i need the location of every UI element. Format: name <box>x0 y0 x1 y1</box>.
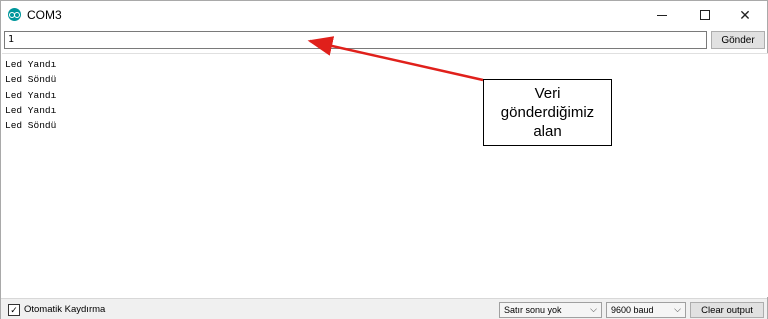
output-line: Led Yandı <box>5 90 57 101</box>
close-button[interactable]: ✕ <box>725 1 765 29</box>
arduino-icon <box>8 8 21 21</box>
output-line: Led Yandı <box>5 105 57 116</box>
window-title: COM3 <box>27 8 62 22</box>
status-bar: ✓ Otomatik Kaydırma Satır sonu yok ⌵ 960… <box>1 298 767 319</box>
line-ending-value: Satır sonu yok <box>504 305 562 315</box>
baud-rate-select[interactable]: 9600 baud ⌵ <box>606 302 686 318</box>
autoscroll-checkbox[interactable]: ✓ <box>8 304 20 316</box>
serial-output[interactable]: Led Yandı Led Söndü Led Yandı Led Yandı … <box>2 53 768 297</box>
output-line: Led Söndü <box>5 74 57 85</box>
serial-monitor-window: COM3 ✕ 1 Gönder Led Yandı Led Söndü Led … <box>0 0 768 319</box>
chevron-down-icon: ⌵ <box>590 304 597 314</box>
annotation-text-line: gönderdiğimiz <box>500 104 595 121</box>
minimize-button[interactable] <box>642 1 682 29</box>
maximize-button[interactable] <box>685 1 725 29</box>
send-button[interactable]: Gönder <box>711 31 765 49</box>
minimize-icon <box>657 14 667 16</box>
annotation-text-line: Veri <box>534 85 561 102</box>
close-icon: ✕ <box>739 6 751 23</box>
send-input[interactable]: 1 <box>4 31 707 49</box>
maximize-icon <box>700 10 710 20</box>
title-bar: COM3 ✕ <box>1 1 767 29</box>
output-line: Led Söndü <box>5 120 57 131</box>
line-ending-select[interactable]: Satır sonu yok ⌵ <box>499 302 602 318</box>
output-line: Led Yandı <box>5 59 57 70</box>
chevron-down-icon: ⌵ <box>674 304 681 314</box>
annotation-text-line: alan <box>533 123 562 140</box>
baud-rate-value: 9600 baud <box>611 305 654 315</box>
check-icon: ✓ <box>10 305 18 315</box>
clear-output-button[interactable]: Clear output <box>690 302 764 318</box>
autoscroll-label: Otomatik Kaydırma <box>24 304 106 315</box>
annotation-callout: Veri gönderdiğimiz alan <box>483 79 612 146</box>
